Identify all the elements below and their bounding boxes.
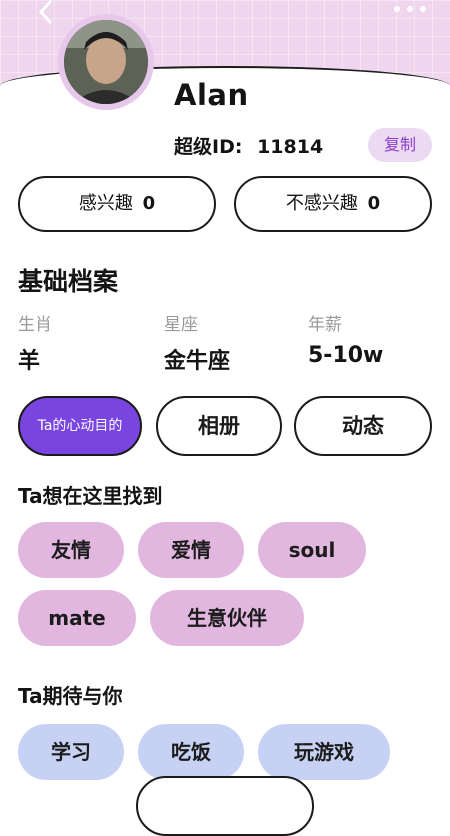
tab-moments[interactable]: 动态 <box>294 396 432 456</box>
copy-id-button[interactable]: 复制 <box>368 128 432 162</box>
bottom-action-button[interactable] <box>136 776 314 836</box>
looking-for-chip: 爱情 <box>138 522 244 578</box>
not-interested-label: 不感兴趣 <box>285 193 358 214</box>
back-chevron-icon[interactable] <box>36 0 56 24</box>
expect-chip: 学习 <box>18 724 124 780</box>
more-dots-icon[interactable] <box>392 2 428 16</box>
interested-label: 感兴趣 <box>78 193 133 214</box>
salary-label: 年薪 <box>308 315 342 335</box>
zodiac-value: 羊 <box>18 349 41 374</box>
interested-button[interactable]: 感兴趣 0 <box>18 176 216 232</box>
super-id-label: 超级ID: <box>174 136 243 158</box>
interested-count: 0 <box>142 193 156 214</box>
salary-field: 年薪 5-10w <box>308 310 383 368</box>
looking-for-chip: soul <box>258 522 366 578</box>
tab-album[interactable]: 相册 <box>156 396 282 456</box>
not-interested-button[interactable]: 不感兴趣 0 <box>234 176 432 232</box>
zodiac-label: 生肖 <box>18 315 52 335</box>
tab-heartbeat-purpose[interactable]: Ta的心动目的 <box>18 396 142 456</box>
avatar-photo <box>64 20 148 104</box>
super-id-value: 11814 <box>257 136 324 158</box>
expect-chip: 吃饭 <box>138 724 244 780</box>
looking-for-title: Ta想在这里找到 <box>18 484 163 508</box>
constellation-value: 金牛座 <box>164 349 231 374</box>
constellation-label: 星座 <box>164 315 198 335</box>
super-id: 超级ID: 11814 <box>174 132 323 159</box>
looking-for-chip: 友情 <box>18 522 124 578</box>
salary-value: 5-10w <box>308 343 384 368</box>
looking-for-chip: mate <box>18 590 136 646</box>
username: Alan <box>174 78 249 112</box>
looking-for-chip: 生意伙伴 <box>150 590 304 646</box>
expect-chip: 玩游戏 <box>258 724 390 780</box>
not-interested-count: 0 <box>367 193 381 214</box>
avatar[interactable] <box>58 14 154 110</box>
expect-title: Ta期待与你 <box>18 684 123 708</box>
basic-profile-title: 基础档案 <box>18 267 119 296</box>
constellation-field: 星座 金牛座 <box>164 310 230 375</box>
zodiac-field: 生肖 羊 <box>18 310 52 375</box>
